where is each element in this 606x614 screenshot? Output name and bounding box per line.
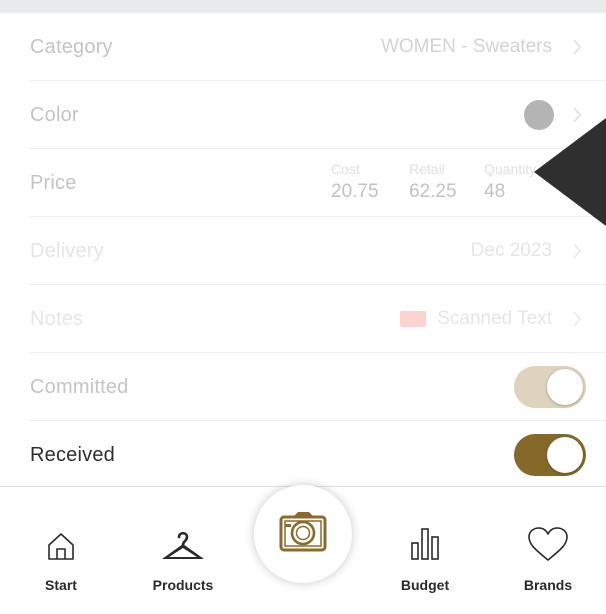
retail-column: Retail 62.25 [409,161,457,203]
category-value: WOMEN - Sweaters [380,36,552,57]
committed-row: Committed [0,353,606,421]
delivery-value: Dec 2023 [470,240,552,261]
home-icon [46,531,76,566]
price-row[interactable]: Price Cost 20.75 Retail 62.25 Quantity 4… [0,149,606,217]
color-label: Color [30,103,79,126]
chevron-right-icon [572,243,582,259]
hanger-icon [159,529,207,568]
quantity-column: Quantity 48 [484,161,536,203]
quantity-label: Quantity [484,161,537,177]
committed-label: Committed [30,375,129,398]
category-label: Category [30,35,113,58]
notes-value: Scanned Text [437,308,552,329]
tab-products-label: Products [152,577,214,593]
notes-label: Notes [30,307,84,330]
toggle-knob [547,369,583,405]
color-row[interactable]: Color [0,81,606,149]
tooltip-pointer [534,118,606,226]
camera-icon [279,512,327,552]
toggle-knob [547,437,583,473]
received-toggle[interactable] [514,434,586,476]
tab-brands-label: Brands [523,577,573,593]
cost-column: Cost 20.75 [331,161,379,203]
cost-label: Cost [331,161,360,177]
cost-value: 20.75 [331,181,379,202]
delivery-label: Delivery [30,239,104,262]
tab-start-label: Start [45,577,77,593]
quantity-value: 48 [484,181,506,202]
retail-value: 62.25 [409,181,457,202]
camera-button[interactable] [254,485,352,583]
delivery-row[interactable]: Delivery Dec 2023 [0,217,606,285]
bottom-tab-bar: Start Products Budget Brands [0,485,606,614]
category-row[interactable]: Category WOMEN - Sweaters [0,13,606,81]
received-row: Received [0,421,606,489]
committed-toggle[interactable] [514,366,586,408]
tab-budget-label: Budget [400,577,450,593]
received-label: Received [30,443,115,466]
scanned-text-icon [400,311,426,327]
chevron-right-icon [572,311,582,327]
chevron-right-icon [572,39,582,55]
heart-icon [527,527,569,568]
notes-row[interactable]: Notes Scanned Text [0,285,606,353]
retail-label: Retail [409,161,445,177]
price-label: Price [30,171,77,194]
bar-chart-icon [410,527,440,566]
